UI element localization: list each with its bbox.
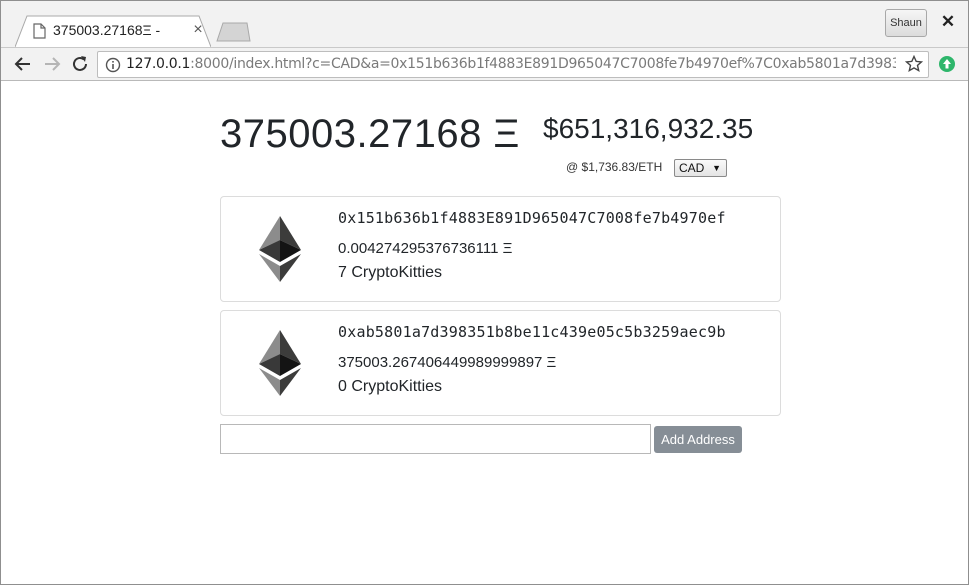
ethereum-logo-icon [259, 216, 301, 282]
profile-button[interactable]: Shaun [885, 9, 927, 37]
browser-window: 375003.27168Ξ - × Shaun ✕ 127.0.0.1:8000… [0, 0, 969, 585]
wallet-address: 0x151b636b1f4883E891D965047C7008fe7b4970… [338, 209, 726, 227]
wallet-address: 0xab5801a7d398351b8be11c439e05c5b3259aec… [338, 323, 726, 341]
page-content: 375003.27168 Ξ $651,316,932.35 @ $1,736.… [1, 82, 968, 584]
eth-total: 375003.27168 Ξ [220, 112, 520, 156]
star-icon[interactable] [905, 55, 923, 73]
wallet-card: 0xab5801a7d398351b8be11c439e05c5b3259aec… [220, 310, 781, 416]
eth-rate: @ $1,736.83/ETH [566, 160, 663, 174]
tab-close-icon[interactable]: × [190, 20, 206, 40]
wallet-balance: 375003.267406449989999897 Ξ [338, 354, 557, 371]
ethereum-logo-icon [259, 330, 301, 396]
address-input[interactable] [220, 424, 651, 454]
extension-icon[interactable] [938, 55, 956, 73]
tab-title: 375003.27168Ξ - [53, 22, 161, 38]
browser-toolbar: 127.0.0.1:8000/index.html?c=CAD&a=0x151b… [1, 47, 968, 81]
fiat-total: $651,316,932.35 [543, 113, 754, 144]
currency-select[interactable]: CAD ▼ [674, 159, 727, 177]
wallet-balance: 0.004274295376736111 Ξ [338, 240, 513, 257]
tab-strip: 375003.27168Ξ - × Shaun ✕ [1, 1, 968, 47]
chevron-down-icon: ▼ [712, 163, 721, 173]
add-address-button[interactable]: Add Address [654, 426, 742, 453]
active-tab[interactable]: 375003.27168Ξ - × [15, 15, 211, 47]
wallet-kitties: 0 CryptoKitties [338, 378, 443, 395]
back-icon[interactable] [12, 53, 34, 75]
forward-icon[interactable] [41, 53, 63, 75]
new-tab-button[interactable] [214, 22, 252, 42]
url-text[interactable]: 127.0.0.1:8000/index.html?c=CAD&a=0x151b… [126, 56, 896, 72]
info-icon[interactable] [105, 57, 121, 73]
address-bar[interactable]: 127.0.0.1:8000/index.html?c=CAD&a=0x151b… [97, 51, 929, 78]
reload-icon[interactable] [69, 53, 91, 75]
window-close-icon[interactable]: ✕ [938, 12, 958, 32]
wallet-kitties: 7 CryptoKitties [338, 264, 443, 281]
wallet-card: 0x151b636b1f4883E891D965047C7008fe7b4970… [220, 196, 781, 302]
currency-value: CAD [679, 161, 705, 175]
url-host: 127.0.0.1 [126, 56, 191, 72]
page-icon [33, 23, 46, 39]
url-path: :8000/index.html?c=CAD&a=0x151b636b1f488… [190, 56, 896, 72]
